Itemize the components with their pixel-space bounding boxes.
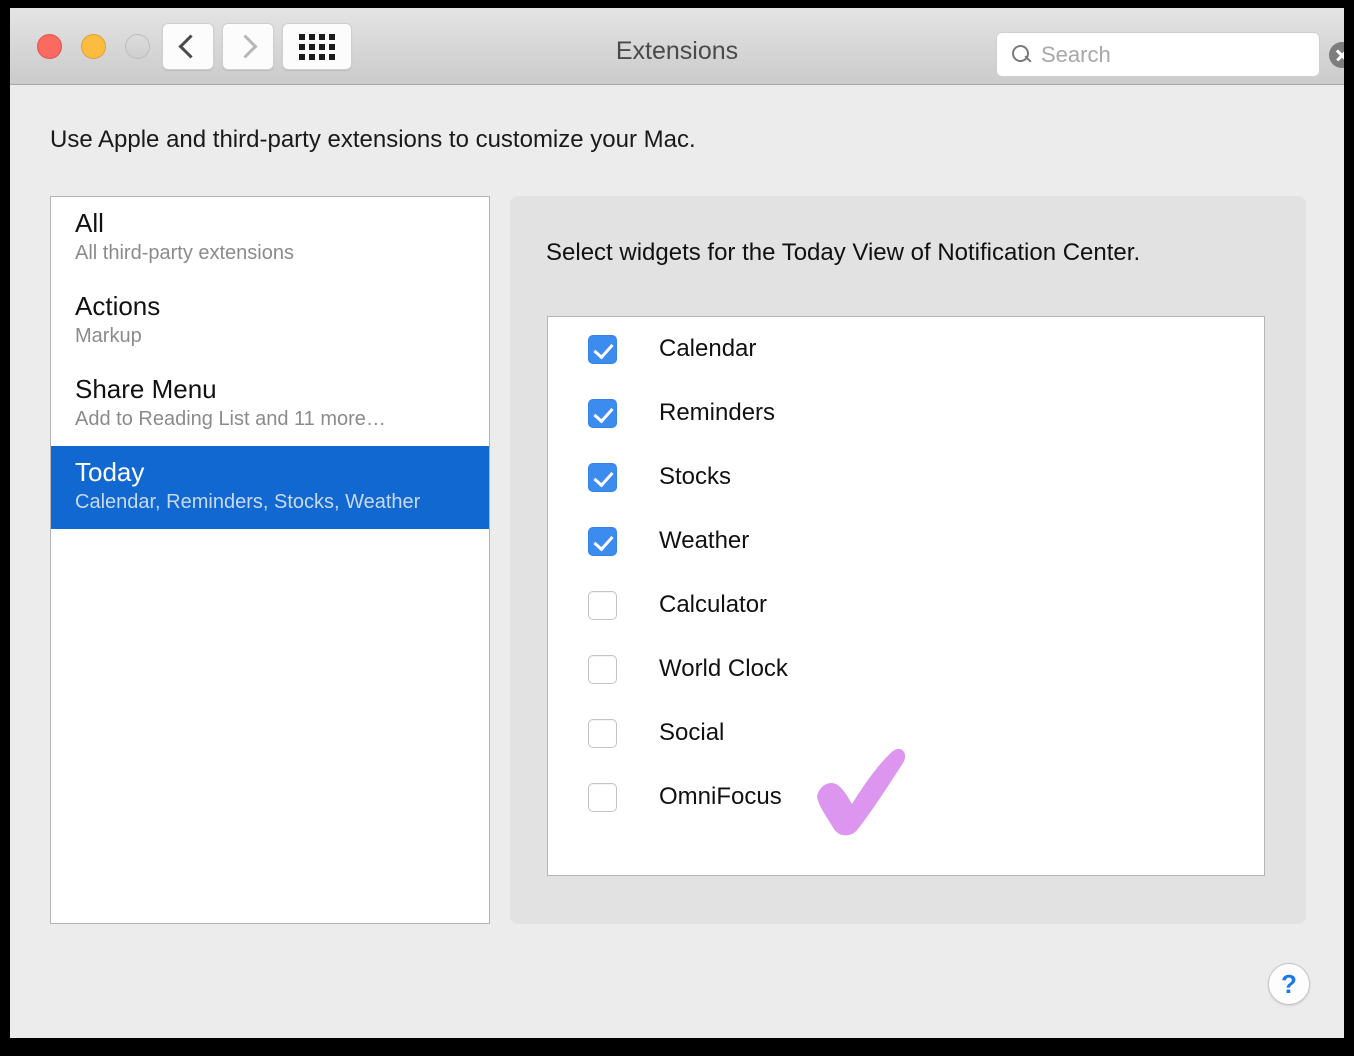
widget-label: OmniFocus [659,783,782,810]
extensions-sidebar[interactable]: All All third-party extensions Actions M… [50,196,490,924]
widget-label: Calendar [659,335,757,362]
widget-row-reminders[interactable]: Reminders [548,381,1264,445]
widget-row-social[interactable]: Social [548,701,1264,765]
widget-checkbox[interactable] [588,462,617,492]
sidebar-item-share-menu[interactable]: Share Menu Add to Reading List and 11 mo… [51,363,489,446]
sidebar-item-title: All [75,208,104,238]
sidebar-item-title: Share Menu [75,373,217,404]
widget-row-stocks[interactable]: Stocks [548,445,1264,509]
help-button[interactable]: ? [1268,963,1310,1005]
sidebar-item-subtitle: Add to Reading List and 11 more… [75,407,386,430]
screenshot-root: Extensions Use Apple and third-party ext… [0,0,1354,1056]
widget-row-calendar[interactable]: Calendar [548,317,1264,381]
widget-checkbox[interactable] [588,398,617,428]
widget-checkbox[interactable] [588,526,617,556]
sidebar-item-subtitle: Markup [75,324,142,347]
widget-checkbox[interactable] [588,718,617,748]
search-input[interactable] [1041,41,1329,68]
widget-row-world-clock[interactable]: World Clock [548,637,1264,701]
search-icon [1011,44,1033,66]
widget-list: Calendar Reminders Stocks Weather Calcul… [547,316,1265,876]
sidebar-item-subtitle: Calendar, Reminders, Stocks, Weather [75,490,421,513]
system-preferences-window: Extensions Use Apple and third-party ext… [10,8,1344,1038]
sidebar-item-actions[interactable]: Actions Markup [51,280,489,363]
sidebar-item-title: Today [75,456,145,487]
widget-checkbox[interactable] [588,590,617,620]
widget-row-calculator[interactable]: Calculator [548,573,1264,637]
widget-label: Reminders [659,399,776,426]
widget-checkbox[interactable] [588,654,617,684]
sidebar-item-title: Actions [75,290,161,321]
intro-text: Use Apple and third-party extensions to … [50,126,696,153]
today-widgets-panel: Select widgets for the Today View of Not… [510,196,1306,924]
widget-label: Social [659,719,725,746]
sidebar-item-subtitle: All third-party extensions [75,241,294,264]
widget-label: Weather [659,527,750,554]
sidebar-item-all[interactable]: All All third-party extensions [51,197,489,280]
widget-checkbox[interactable] [588,782,617,812]
widget-checkbox[interactable] [588,334,617,364]
window-titlebar: Extensions [10,8,1344,85]
widget-label: Calculator [659,591,768,618]
widget-label: Stocks [659,463,732,490]
widget-row-omnifocus[interactable]: OmniFocus [548,765,1264,829]
search-field[interactable] [996,32,1344,77]
sidebar-item-today[interactable]: Today Calendar, Reminders, Stocks, Weath… [51,445,489,529]
panel-heading: Select widgets for the Today View of Not… [546,239,1141,266]
widget-row-weather[interactable]: Weather [548,509,1264,573]
widget-label: World Clock [659,655,788,682]
